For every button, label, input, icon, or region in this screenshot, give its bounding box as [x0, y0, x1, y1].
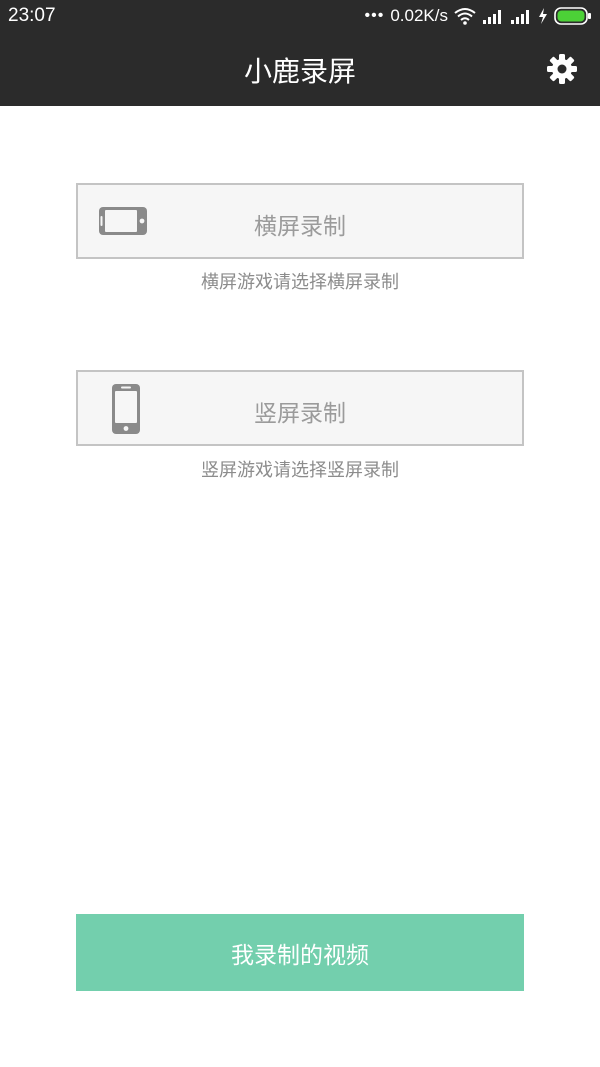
- gear-icon: [547, 54, 577, 84]
- settings-button[interactable]: [544, 51, 580, 87]
- my-videos-label: 我录制的视频: [231, 942, 369, 969]
- app-bar: 小鹿录屏: [0, 32, 600, 106]
- battery-icon: [554, 7, 591, 25]
- status-indicators: ••• 0.02K/s: [365, 4, 592, 28]
- page-title: 小鹿录屏: [243, 55, 356, 88]
- status-bar: 23:07 ••• 0.02K/s: [0, 0, 600, 32]
- portrait-record-button[interactable]: 竖屏录制: [76, 370, 524, 446]
- more-dots-icon: •••: [364, 7, 385, 24]
- signal-icon: [483, 10, 501, 24]
- landscape-hint: 横屏游戏请选择横屏录制: [201, 272, 399, 293]
- landscape-record-button[interactable]: 横屏录制: [76, 183, 524, 259]
- signal-icon: [511, 10, 529, 24]
- charging-icon: [539, 8, 547, 24]
- my-videos-button[interactable]: 我录制的视频: [76, 914, 524, 991]
- net-speed: 0.02K/s: [390, 6, 448, 25]
- status-time: 23:07: [8, 5, 56, 26]
- portrait-hint: 竖屏游戏请选择竖屏录制: [201, 460, 399, 481]
- landscape-record-label: 横屏录制: [254, 214, 346, 240]
- portrait-record-label: 竖屏录制: [254, 401, 346, 427]
- wifi-icon: [454, 8, 476, 25]
